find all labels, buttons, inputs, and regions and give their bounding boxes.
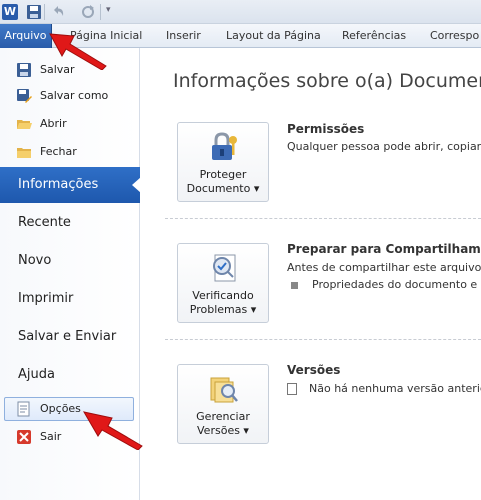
- protect-document-button[interactable]: Proteger Documento ▾: [177, 122, 269, 202]
- manage-versions-button[interactable]: Gerenciar Versões ▾: [177, 364, 269, 444]
- nav-item-sair[interactable]: Sair: [16, 427, 61, 447]
- nav-item-informacoes[interactable]: Informações: [0, 167, 141, 203]
- page-title: Informações sobre o(a) Documen: [173, 70, 481, 92]
- tab-inserir[interactable]: Inserir: [166, 24, 201, 48]
- checklist-icon: [213, 254, 236, 282]
- word-logo-icon: W: [2, 4, 18, 20]
- section-divider: [165, 339, 481, 340]
- open-folder-icon: [17, 120, 32, 129]
- nav-item-abrir[interactable]: Abrir: [16, 114, 67, 134]
- tab-arquivo[interactable]: Arquivo: [0, 24, 52, 48]
- redo-icon[interactable]: [80, 4, 96, 20]
- tab-layout-da-pagina[interactable]: Layout da Página: [226, 24, 321, 48]
- save-icon[interactable]: [26, 4, 42, 20]
- manage-versions-label-2: Versões ▾: [197, 424, 249, 437]
- nav-item-novo[interactable]: Novo: [0, 243, 140, 279]
- document-properties-item: Propriedades do documento e n: [291, 278, 481, 291]
- nav-item-recente[interactable]: Recente: [0, 205, 140, 241]
- bullet-square-icon: [291, 281, 298, 289]
- section-divider: [165, 218, 481, 219]
- versions-folder-icon: [210, 377, 238, 403]
- manage-versions-label-1: Gerenciar: [196, 410, 250, 423]
- nav-item-label: Fechar: [40, 145, 77, 158]
- no-versions-item: Não há nenhuma versão anteric: [287, 382, 481, 395]
- protect-document-label-2: Documento ▾: [186, 182, 260, 195]
- nav-item-label: Opções: [40, 402, 81, 415]
- prepare-sharing-heading: Preparar para Compartilhament: [287, 242, 481, 256]
- nav-item-ajuda[interactable]: Ajuda: [0, 357, 140, 393]
- tab-correspondencias[interactable]: Correspo: [430, 24, 479, 48]
- versions-heading: Versões: [287, 363, 341, 377]
- info-pane: Informações sobre o(a) Documen Proteger …: [141, 48, 481, 500]
- no-versions-text: Não há nenhuma versão anteric: [309, 382, 481, 395]
- check-issues-button[interactable]: Verificando Problemas ▾: [177, 243, 269, 323]
- save-as-icon: [17, 89, 32, 103]
- customize-qat-chevron-icon[interactable]: ▾: [106, 5, 111, 15]
- document-properties-text: Propriedades do documento e n: [312, 278, 481, 291]
- padlock-key-icon: [212, 132, 237, 160]
- check-issues-label-1: Verificando: [192, 289, 254, 302]
- check-issues-label-2: Problemas ▾: [189, 303, 257, 316]
- nav-item-fechar[interactable]: Fechar: [16, 142, 77, 162]
- qat-separator: [100, 4, 101, 20]
- qat-separator: [44, 4, 45, 20]
- permissions-heading: Permissões: [287, 122, 365, 136]
- document-icon: [287, 383, 297, 395]
- nav-item-salvar-e-enviar[interactable]: Salvar e Enviar: [0, 319, 140, 355]
- red-arrow-opcoes-icon: [82, 411, 143, 450]
- permissions-text: Qualquer pessoa pode abrir, copiar e: [287, 140, 481, 153]
- exit-icon: [17, 430, 31, 444]
- red-arrow-arquivo-icon: [49, 33, 107, 70]
- nav-item-imprimir[interactable]: Imprimir: [0, 281, 140, 317]
- undo-icon[interactable]: [50, 4, 66, 20]
- nav-item-opcoes[interactable]: Opções: [16, 399, 81, 419]
- prepare-sharing-text: Antes de compartilhar este arquivo, s: [287, 261, 481, 274]
- nav-item-salvar-como[interactable]: Salvar como: [16, 86, 108, 106]
- nav-item-label: Sair: [40, 430, 62, 443]
- save-icon: [17, 63, 31, 77]
- options-icon: [17, 401, 30, 417]
- tab-referencias[interactable]: Referências: [342, 24, 406, 48]
- nav-item-label: Abrir: [40, 117, 67, 130]
- nav-item-label: Salvar como: [40, 89, 109, 102]
- protect-document-label-1: Proteger: [199, 168, 247, 181]
- close-folder-icon: [17, 148, 31, 158]
- quick-access-toolbar: W ▾: [0, 0, 481, 24]
